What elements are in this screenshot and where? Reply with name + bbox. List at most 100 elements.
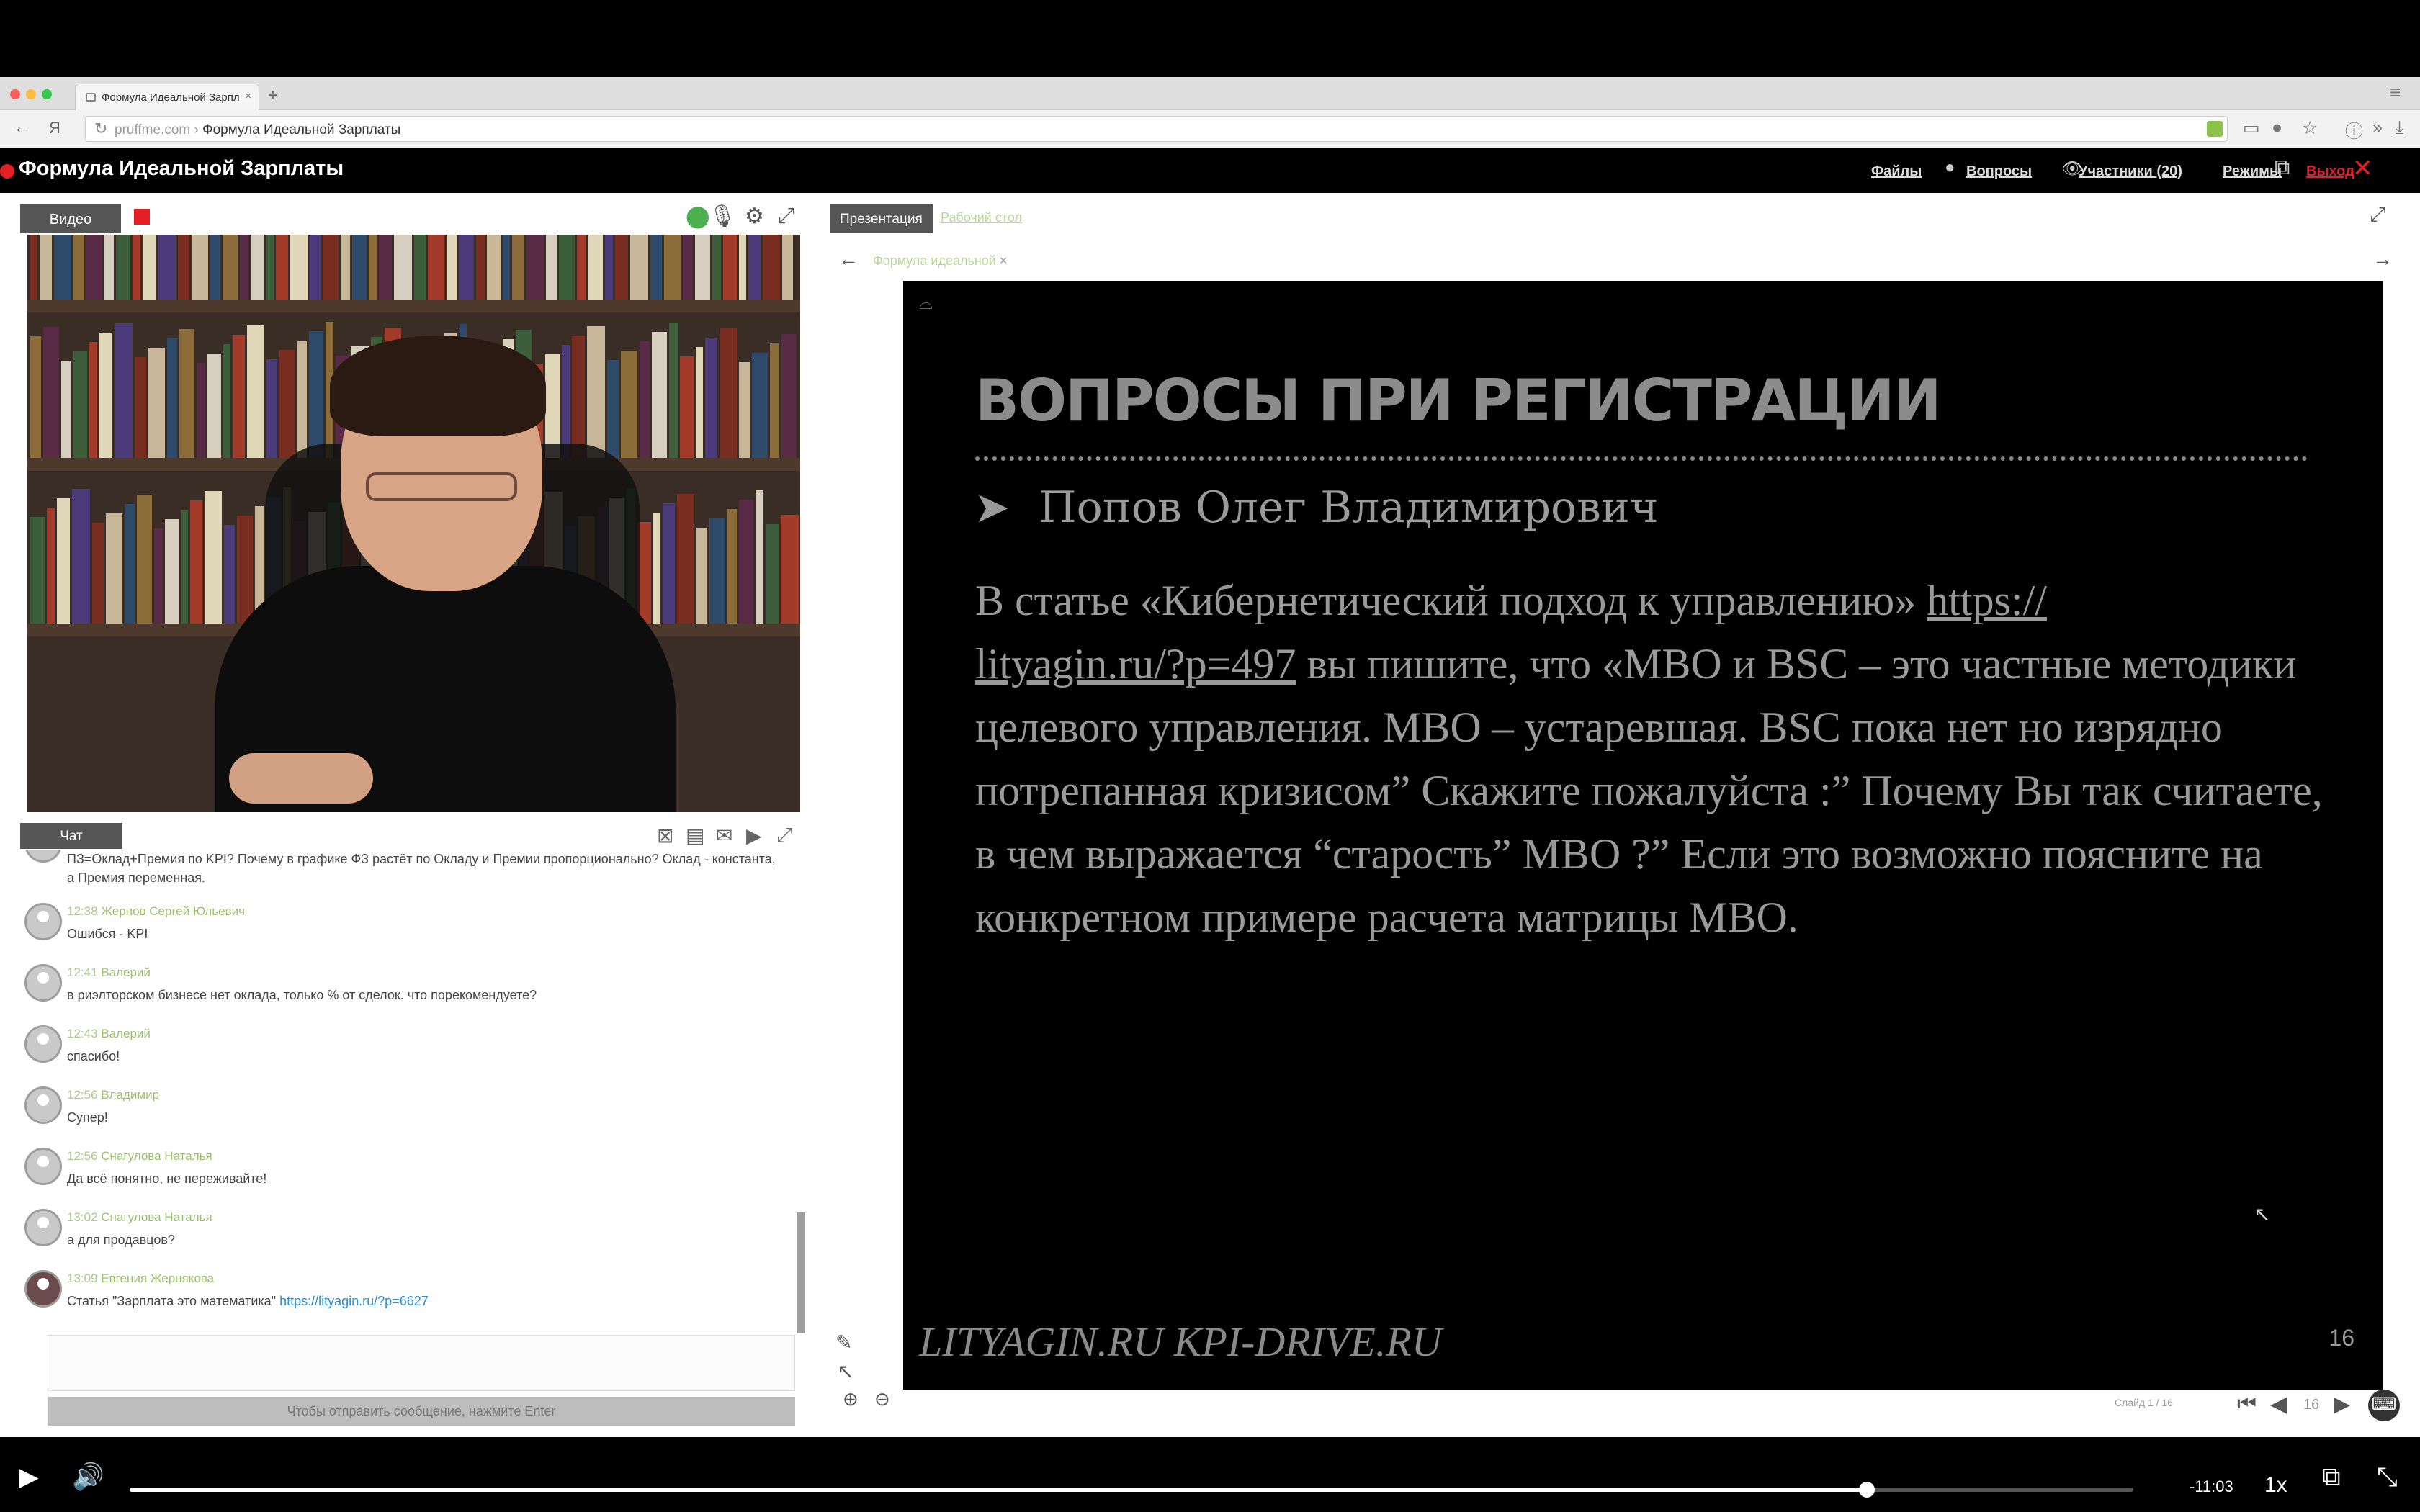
exit-fullscreen-icon[interactable]: ⤡ [2377,1462,2398,1493]
secure-lock-icon[interactable] [2207,121,2223,137]
book-decor [154,528,163,624]
location-icon[interactable]: ⬤ [686,204,710,229]
slide-divider [975,456,2308,461]
zoom-out-icon[interactable]: ⊖ [874,1388,890,1410]
presentation-tab[interactable]: Презентация [830,204,933,233]
playback-speed[interactable]: 1x [2264,1473,2287,1498]
mouse-cursor-icon: ↖ [2254,1203,2271,1225]
book-decor [92,523,104,624]
first-slide-icon[interactable]: ⏮ [2237,1392,2257,1416]
book-decor [233,335,245,458]
exit-x-icon[interactable]: ✕ [2352,154,2373,183]
fullscreen-icon[interactable]: ⧉ [2275,156,2290,180]
book-decor [143,235,156,300]
video-message-icon[interactable]: ▶ [746,824,762,847]
chat-message-meta: 12:41 Валерий [67,966,151,979]
modes-link[interactable]: Режимы [2223,163,2282,180]
close-tab-icon[interactable]: × [245,90,251,102]
slide-link[interactable]: https:// [1927,577,2047,624]
avatar [24,850,62,863]
star-icon[interactable]: ☆ [2302,117,2318,139]
download-icon[interactable]: ⤓ [2396,117,2403,138]
book-decor [696,347,703,458]
send-hint[interactable]: Чтобы отправить сообщение, нажмите Enter [48,1397,795,1426]
desktop-tab[interactable]: Рабочий стол [941,210,1022,225]
video-tab[interactable]: Видео [20,204,121,233]
chat-message-link[interactable]: https://lityagin.ru/?p=6627 [279,1294,429,1308]
book-decor [43,327,59,458]
protect-icon[interactable]: ● [2272,117,2282,138]
excel-export-icon[interactable]: ▤ [686,824,704,847]
book-decor [526,235,544,300]
book-decor [266,359,277,458]
chat-scrollbar[interactable] [797,1212,805,1333]
book-decor [178,235,189,300]
zoom-in-icon[interactable]: ⊕ [843,1388,859,1410]
files-link[interactable]: Файлы [1871,163,1922,180]
url-field[interactable]: ↻ pruffme.com › Формула Идеальной Зарпла… [85,116,2228,142]
url-separator: › [194,122,199,138]
book-decor [54,235,71,300]
questions-link[interactable]: Вопросы [1966,163,2032,180]
chat-message: 12:38 Жернов Сергей Юльевич Ошибся - KPI [20,900,784,958]
progress-played [130,1488,1867,1492]
progress-knob[interactable] [1858,1482,1875,1498]
info-icon[interactable]: ⓘ [2345,117,2363,143]
caption-icon[interactable]: ⌨ [2368,1390,2400,1421]
browser-tab[interactable]: Формула Идеальной Зарпл × [75,84,259,110]
current-slide[interactable]: 16 [2303,1397,2319,1413]
time-remaining: -11:03 [2190,1477,2233,1495]
avatar [24,1209,62,1246]
cursor-tool-icon[interactable]: ↖ [837,1359,853,1383]
pen-icon[interactable]: ✎ [835,1331,852,1354]
new-tab-button[interactable]: + [268,86,278,106]
exit-link[interactable]: Выход [2306,163,2354,180]
book-decor [756,490,763,624]
prev-file-icon[interactable]: ← [838,248,859,271]
book-decor [290,235,308,300]
chat-message-meta: 12:56 Владимир [67,1088,160,1102]
gear-icon[interactable]: ⚙ [745,204,764,229]
menu-icon[interactable]: ≡ [2390,81,2401,104]
book-decor [770,343,779,458]
extension-icon[interactable]: » [2372,117,2383,138]
minimize-window-icon[interactable] [26,89,36,99]
slide-link-cont[interactable]: lityagin.ru/?p=497 [975,640,1296,688]
volume-icon[interactable]: 🔊 [72,1462,104,1492]
chat-message-text: спасибо! [67,1049,120,1063]
avatar [24,1270,62,1308]
prev-slide-icon[interactable]: ◀ [2270,1392,2287,1417]
book-decor [125,504,135,624]
reload-icon[interactable]: ↻ [94,120,107,138]
book-decor [86,235,102,300]
book-decor [190,500,202,624]
expand-video-icon[interactable]: ⤢ [778,204,795,228]
book-decor [748,235,761,300]
maximize-window-icon[interactable] [42,89,52,99]
picture-in-picture-icon[interactable]: ⧉ [2322,1462,2341,1493]
participants-link[interactable]: Участники (20) [2079,163,2182,180]
microphone-icon[interactable]: 🎙 [709,204,736,229]
close-window-icon[interactable] [10,89,20,99]
presentation-file-tab[interactable]: Формула идеальной × [873,253,1007,269]
book-decor [224,525,235,624]
close-file-icon[interactable]: × [1000,253,1008,268]
play-icon[interactable]: ▶ [19,1462,39,1492]
expand-chat-icon[interactable]: ⤢ [776,824,792,847]
book-decor [30,336,41,458]
yandex-icon[interactable]: Я [49,119,60,138]
next-file-icon[interactable]: → [2372,248,2393,271]
clear-chat-icon[interactable]: ⊠ [657,824,673,847]
back-icon[interactable]: ← [13,116,32,138]
chat-message-meta: 12:56 Снагулова Наталья [67,1149,212,1163]
bookmarks-icon[interactable]: ▭ [2243,117,2260,139]
book-decor [615,235,628,300]
chat-tab[interactable]: Чат [20,823,122,849]
questions-icon: ● [1945,158,1955,177]
next-slide-icon[interactable]: ▶ [2334,1392,2350,1417]
expand-presentation-icon[interactable]: ⤢ [2370,203,2385,227]
book-decor [503,235,510,300]
favicon-icon [86,93,96,102]
chat-input[interactable] [48,1335,795,1391]
message-icon[interactable]: ✉ [716,824,732,847]
